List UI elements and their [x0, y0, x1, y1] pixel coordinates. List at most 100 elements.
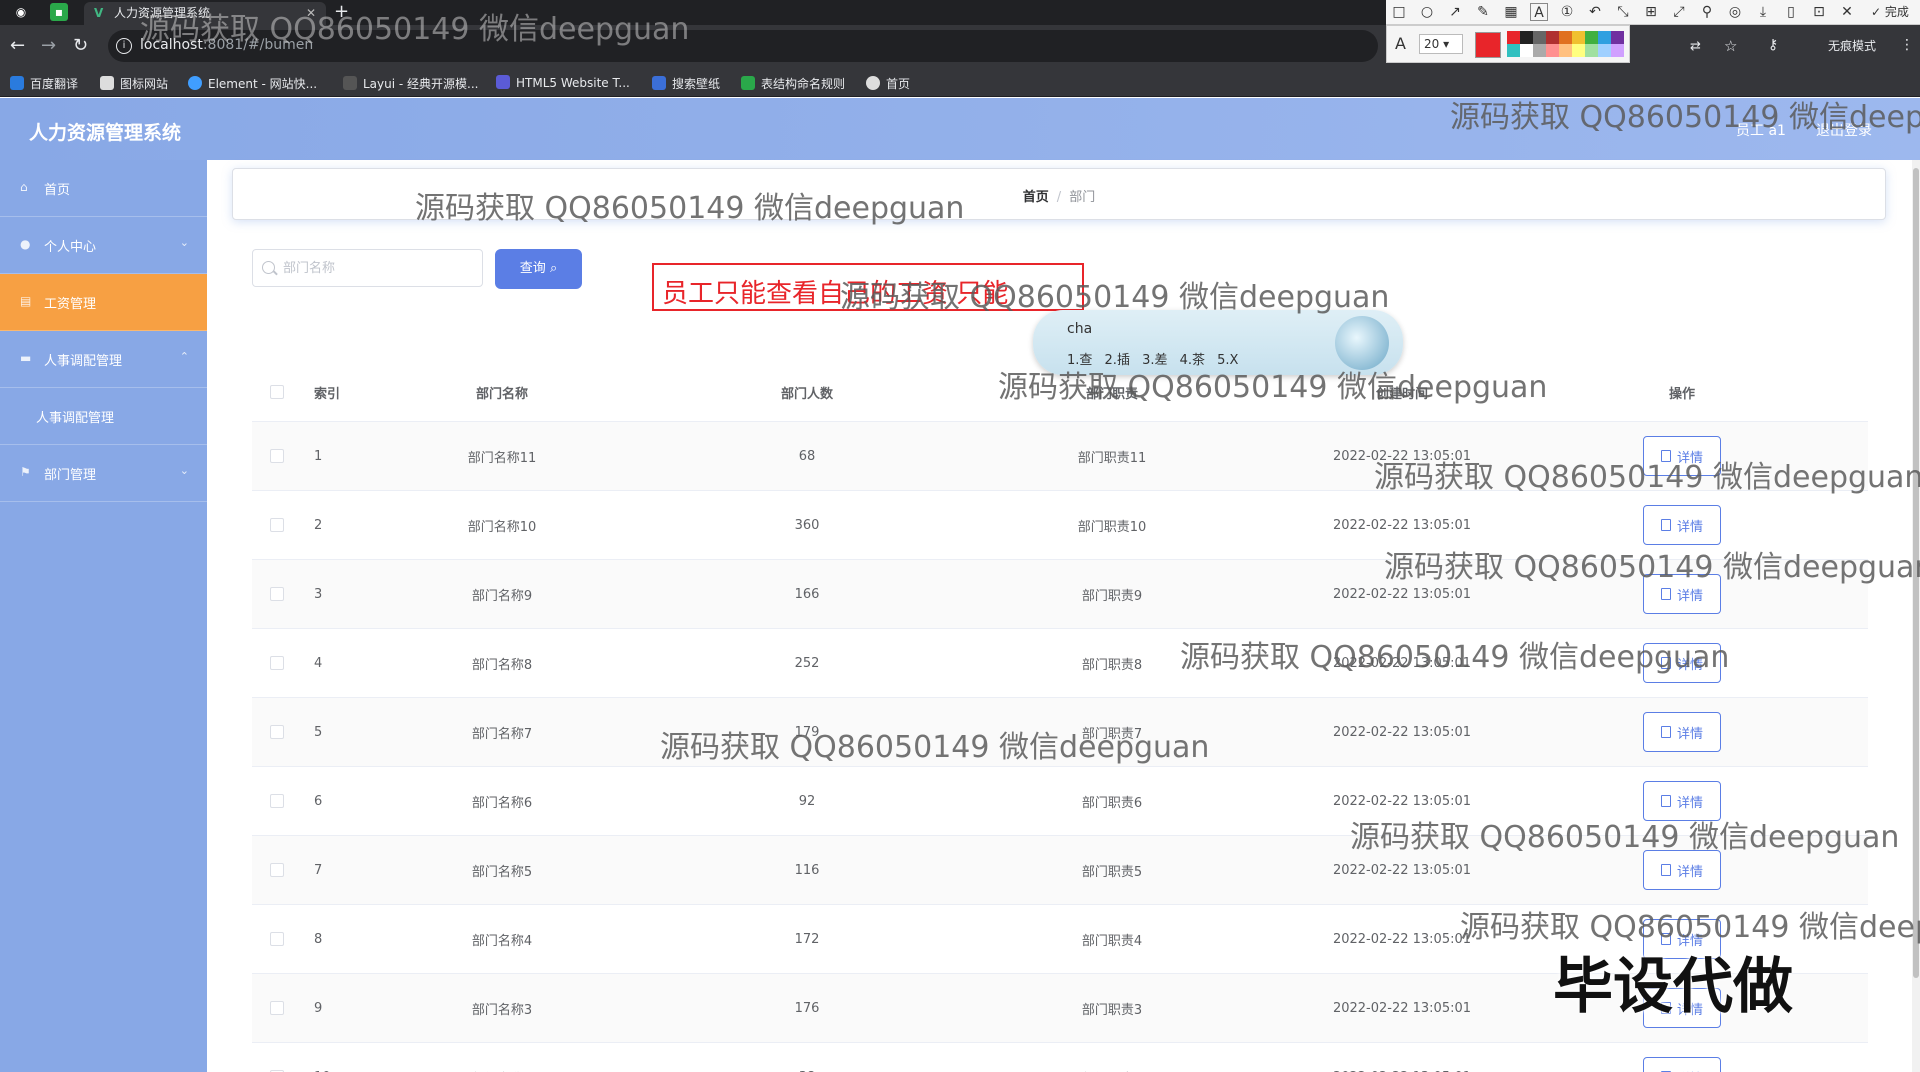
color-swatch[interactable] [1520, 44, 1533, 57]
row-checkbox[interactable] [270, 863, 284, 877]
sidebar-item-profile[interactable]: ● 个人中心 ⌄ [0, 217, 207, 274]
row-checkbox[interactable] [270, 725, 284, 739]
sidebar-item-transfer[interactable]: ▬ 人事调配管理 ⌃ [0, 331, 207, 388]
color-swatch[interactable] [1611, 44, 1624, 57]
logout-link[interactable]: 退出登录 [1816, 120, 1872, 140]
chevron-down-icon: ⌄ [179, 464, 189, 477]
bookmark-item[interactable]: 表结构命名规则 [741, 75, 845, 92]
row-checkbox[interactable] [270, 518, 284, 532]
color-swatch[interactable] [1507, 31, 1520, 44]
forward-icon[interactable]: → [41, 35, 56, 56]
row-checkbox[interactable] [270, 932, 284, 946]
sidebar-item-salary[interactable]: ▤ 工资管理 [0, 274, 207, 331]
row-checkbox[interactable] [270, 449, 284, 463]
cell-name: 部门名称8 [471, 657, 533, 673]
detail-button[interactable]: 详情 [1643, 574, 1721, 614]
row-checkbox[interactable] [270, 587, 284, 601]
close-tab-icon[interactable]: ✕ [306, 2, 316, 25]
bookmark-item[interactable]: 图标网站 [100, 75, 168, 92]
breadcrumb-home[interactable]: 首页 [1023, 190, 1049, 205]
detail-button[interactable]: 详情 [1643, 712, 1721, 752]
search-box[interactable] [252, 249, 483, 287]
search-input[interactable] [283, 258, 478, 278]
mosaic-icon[interactable]: ▦ [1502, 3, 1520, 21]
detail-button[interactable]: 详情 [1643, 850, 1721, 890]
more-icon[interactable]: ⋮ [1900, 37, 1914, 53]
browser-menu-icon[interactable]: ◉ [12, 3, 30, 21]
sidebar-subitem-transfer[interactable]: 人事调配管理 [0, 388, 207, 445]
color-swatch[interactable] [1546, 44, 1559, 57]
color-swatch[interactable] [1611, 31, 1624, 44]
expand-icon[interactable]: ⤢ [1670, 3, 1688, 21]
color-swatch[interactable] [1572, 31, 1585, 44]
scrollbar-thumb[interactable] [1913, 168, 1919, 978]
pin-icon[interactable]: ⚲ [1698, 3, 1716, 21]
incognito-label[interactable]: 无痕模式 [1828, 37, 1876, 54]
browser-tab-active[interactable]: V 人力资源管理系统 ✕ [84, 2, 326, 25]
row-checkbox[interactable] [270, 1001, 284, 1015]
detail-button[interactable]: 详情 [1643, 436, 1721, 476]
chevron-up-icon: ⌃ [179, 350, 189, 363]
url-field[interactable]: i localhost:8081/#/bumen [108, 30, 1378, 62]
download-icon[interactable]: ⤓ [1754, 3, 1772, 21]
color-swatch[interactable] [1559, 31, 1572, 44]
back-icon[interactable]: ← [10, 35, 25, 56]
color-swatch[interactable] [1598, 31, 1611, 44]
key-icon[interactable]: ⚷ [1768, 37, 1778, 53]
ocr-icon[interactable]: ⊞ [1642, 3, 1660, 21]
color-swatch[interactable] [1546, 31, 1559, 44]
translate-icon[interactable]: ⇄ [1690, 39, 1701, 54]
bookmark-item[interactable]: 首页 [866, 75, 910, 92]
pen-icon[interactable]: ✎ [1474, 3, 1492, 21]
detail-button[interactable]: 详情 [1643, 505, 1721, 545]
crop-icon[interactable]: ⤡ [1614, 3, 1632, 21]
detail-button[interactable]: 详情 [1643, 643, 1721, 683]
bookmark-item[interactable]: Element - 网站快... [188, 75, 317, 92]
new-tab-button[interactable]: + [334, 1, 349, 22]
rectangle-icon[interactable]: □ [1390, 3, 1408, 21]
record-icon[interactable]: ◎ [1726, 3, 1744, 21]
font-size-select[interactable]: 20 ▾ [1419, 34, 1463, 54]
bookmark-item[interactable]: 搜索壁纸 [652, 75, 720, 92]
text-tool-icon[interactable]: A [1530, 3, 1548, 21]
current-color-swatch[interactable] [1475, 32, 1501, 58]
color-swatch[interactable] [1585, 44, 1598, 57]
url-text[interactable]: localhost:8081/#/bumen [140, 37, 313, 53]
cell-index: 3 [314, 586, 323, 602]
cell-index: 10 [302, 1043, 372, 1072]
bookmark-item[interactable]: Layui - 经典开源模... [343, 75, 478, 92]
arrow-icon[interactable]: ↗ [1446, 3, 1464, 21]
row-checkbox[interactable] [270, 656, 284, 670]
color-swatch[interactable] [1598, 44, 1611, 57]
app-title: 人力资源管理系统 [29, 122, 182, 144]
ellipse-icon[interactable]: ○ [1418, 3, 1436, 21]
bookmark-item[interactable]: 百度翻译 [10, 75, 78, 92]
color-swatch[interactable] [1572, 44, 1585, 57]
undo-icon[interactable]: ↶ [1586, 3, 1604, 21]
done-button[interactable]: ✓ 完成 [1864, 3, 1916, 21]
sidebar-item-home[interactable]: ⌂ 首页 [0, 160, 207, 217]
number-marker-icon[interactable]: ① [1558, 3, 1576, 21]
bookmark-star-icon[interactable]: ☆ [1724, 37, 1737, 55]
copy-icon[interactable]: ▯ [1782, 3, 1800, 21]
site-info-icon[interactable]: i [116, 38, 132, 54]
cancel-icon[interactable]: ✕ [1838, 3, 1856, 21]
row-checkbox[interactable] [270, 794, 284, 808]
color-swatch[interactable] [1520, 31, 1533, 44]
color-swatch[interactable] [1533, 31, 1546, 44]
search-button[interactable]: 查询 ⌕ [495, 249, 582, 289]
detail-button[interactable]: 详情 [1643, 1057, 1721, 1072]
color-swatch[interactable] [1559, 44, 1572, 57]
color-swatch[interactable] [1585, 31, 1598, 44]
color-swatch[interactable] [1533, 44, 1546, 57]
bookmark-item[interactable]: HTML5 Website T... [496, 75, 630, 90]
color-swatch[interactable] [1507, 44, 1520, 57]
reload-icon[interactable]: ↻ [73, 35, 88, 56]
cell-time: 2022-02-22 13:05:01 [1332, 586, 1472, 602]
detail-button[interactable]: 详情 [1643, 781, 1721, 821]
save-icon[interactable]: ⊡ [1810, 3, 1828, 21]
sidebar-item-department[interactable]: ⚑ 部门管理 ⌄ [0, 445, 207, 502]
select-all-checkbox[interactable] [270, 385, 284, 399]
app-tab-icon[interactable]: ▪ [50, 3, 68, 21]
ime-candidates[interactable]: 1.查 2.插 3.差 4.茶 5.X [1067, 349, 1238, 368]
